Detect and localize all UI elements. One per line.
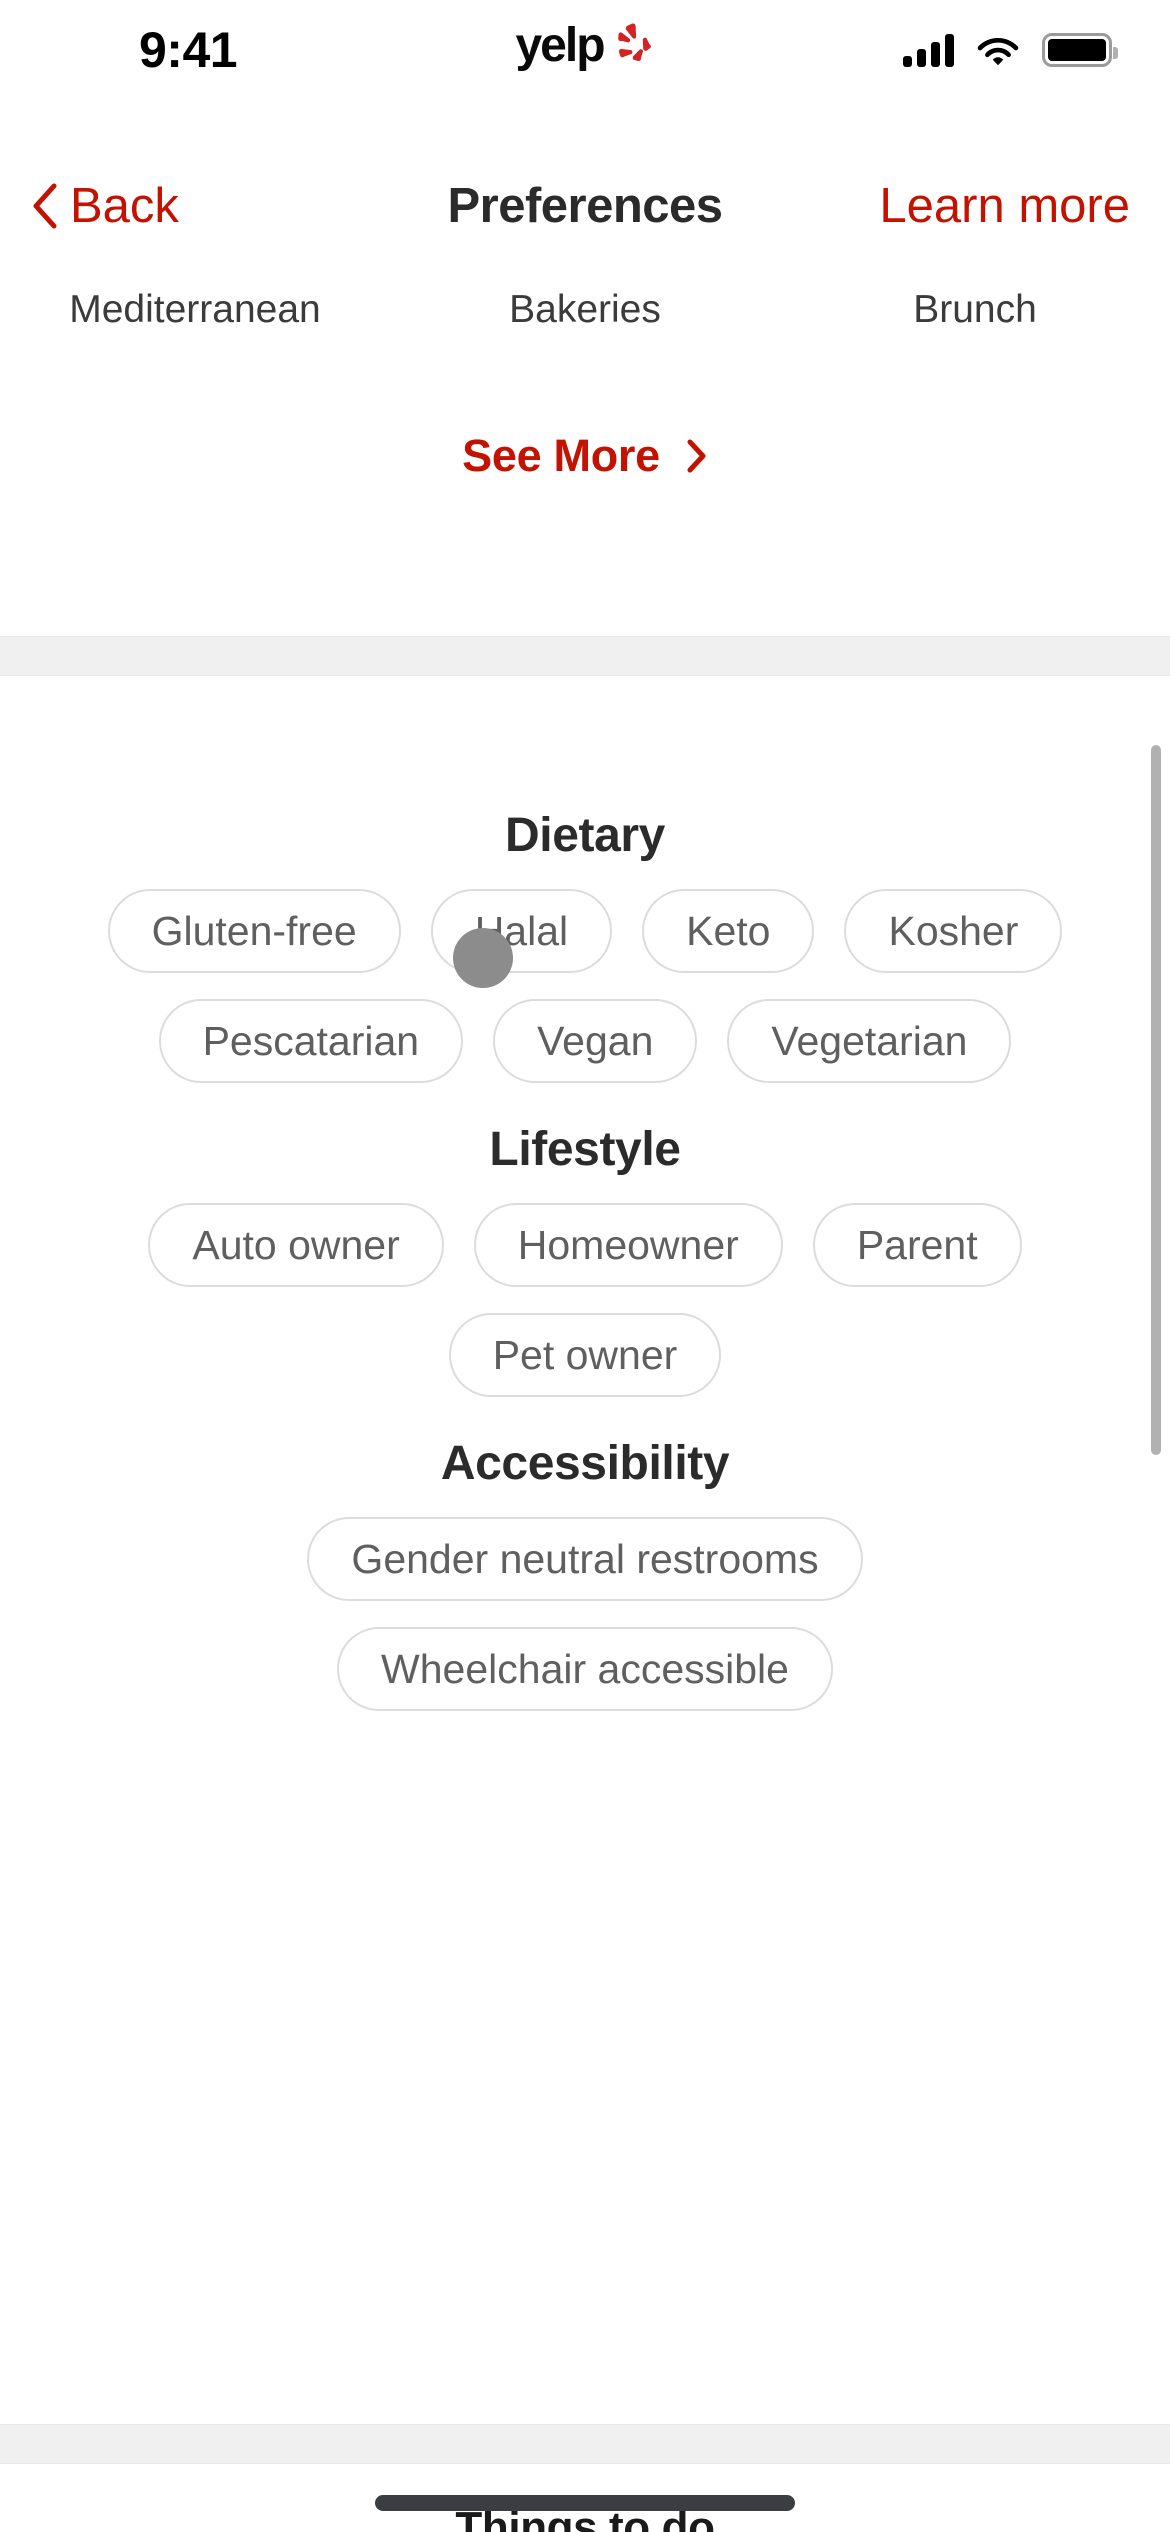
app-screen: 9:41 yelp Back Preferences Learn more Me… [0,0,1170,2532]
dietary-chip-rows: Gluten-free Halal Keto Kosher Pescataria… [0,889,1170,1083]
chip-row: Auto owner Homeowner Parent [0,1203,1170,1287]
lifestyle-chip-rows: Auto owner Homeowner Parent Pet owner [0,1203,1170,1397]
section-accessibility: Accessibility Gender neutral restrooms W… [0,1436,1170,1711]
back-button-label: Back [70,179,179,233]
learn-more-link[interactable]: Learn more [800,178,1140,234]
back-button[interactable]: Back [30,178,370,234]
chip-auto-owner[interactable]: Auto owner [148,1203,444,1287]
chip-kosher[interactable]: Kosher [844,889,1063,973]
chip-row: Gender neutral restrooms [0,1517,1170,1601]
chip-vegan[interactable]: Vegan [493,999,698,1083]
battery-full-icon [1042,33,1118,67]
chip-row: Pet owner [0,1313,1170,1397]
section-title-dietary: Dietary [505,809,665,862]
chip-parent[interactable]: Parent [812,1203,1022,1287]
chevron-right-icon [687,439,706,473]
chevron-left-icon [33,183,57,229]
signal-bars-icon [903,33,954,67]
section-lifestyle: Lifestyle Auto owner Homeowner Parent Pe… [0,1122,1170,1397]
category-item-1[interactable]: Bakeries [390,288,780,332]
yelp-burst-icon [618,23,651,62]
chip-halal[interactable]: Halal [430,889,613,973]
chip-homeowner[interactable]: Homeowner [473,1203,783,1287]
chip-row: Pescatarian Vegan Vegetarian [0,999,1170,1083]
chip-wheelchair-accessible[interactable]: Wheelchair accessible [337,1627,833,1711]
chip-pet-owner[interactable]: Pet owner [448,1313,722,1397]
yelp-logo: yelp [515,22,654,70]
top-category-row: Mediterranean Bakeries Brunch [0,270,1170,350]
chip-keto[interactable]: Keto [642,889,815,973]
chip-pescatarian[interactable]: Pescatarian [158,999,464,1083]
status-icons [812,33,1118,67]
wifi-icon [977,38,1019,66]
chip-vegetarian[interactable]: Vegetarian [727,999,1012,1083]
accessibility-chip-rows: Gender neutral restrooms Wheelchair acce… [0,1517,1170,1711]
preferences-scroll-panel[interactable]: Dietary Gluten-free Halal Keto Kosher Pe… [0,680,1170,2420]
section-title-accessibility: Accessibility [440,1437,730,1490]
see-more-button[interactable]: See More [0,430,1170,482]
chip-row: Wheelchair accessible [0,1627,1170,1711]
section-divider-top [0,636,1170,676]
chip-row: Gluten-free Halal Keto Kosher [0,889,1170,973]
chip-gluten-free[interactable]: Gluten-free [107,889,401,973]
section-dietary: Dietary Gluten-free Halal Keto Kosher Pe… [0,808,1170,1083]
section-title-lifestyle: Lifestyle [489,1123,681,1176]
category-item-0[interactable]: Mediterranean [0,288,390,332]
see-more-label: See More [462,430,660,481]
category-item-2[interactable]: Brunch [780,288,1170,332]
section-divider-bottom [0,2424,1170,2464]
chip-gender-neutral-restrooms[interactable]: Gender neutral restrooms [307,1517,863,1601]
status-time: 9:41 [139,22,238,78]
navigation-bar: Back Preferences Learn more [0,160,1170,252]
home-indicator[interactable] [375,2495,795,2511]
yelp-wordmark: yelp [515,19,605,72]
page-title: Preferences [447,179,723,233]
status-bar: 9:41 yelp [0,0,1170,100]
